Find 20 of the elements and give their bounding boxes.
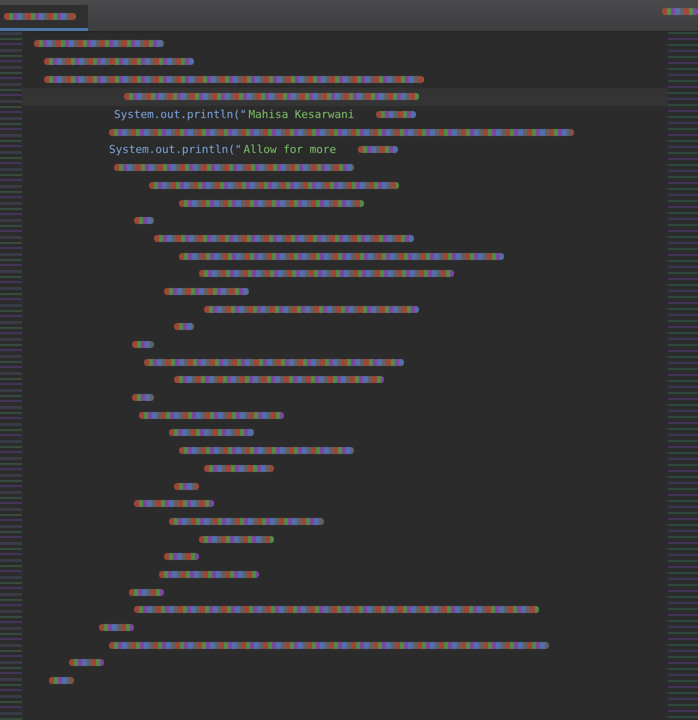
blurred-code-line	[69, 659, 104, 666]
code-text: System.out.println("	[109, 143, 242, 156]
blurred-code-line	[164, 553, 199, 560]
blurred-code-line	[49, 677, 74, 684]
code-text: Allow for more	[243, 143, 336, 156]
blurred-code-line	[129, 588, 164, 596]
blurred-code-line	[134, 217, 154, 224]
blurred-tab-title	[4, 13, 76, 20]
editor-tab[interactable]	[0, 5, 88, 31]
blurred-code-line	[132, 341, 154, 348]
blurred-code-line	[174, 323, 194, 330]
code-text: System.out.println("	[114, 108, 246, 122]
blurred-code-fragment	[376, 111, 416, 118]
blurred-code-line	[132, 394, 154, 402]
blurred-code-line	[99, 624, 134, 632]
code-text: Mahisa Kesarwani	[248, 108, 354, 122]
blurred-code-line	[174, 482, 199, 490]
blurred-code-line	[204, 464, 274, 472]
blurred-code-fragment	[358, 146, 398, 154]
blurred-window-controls	[662, 8, 698, 15]
